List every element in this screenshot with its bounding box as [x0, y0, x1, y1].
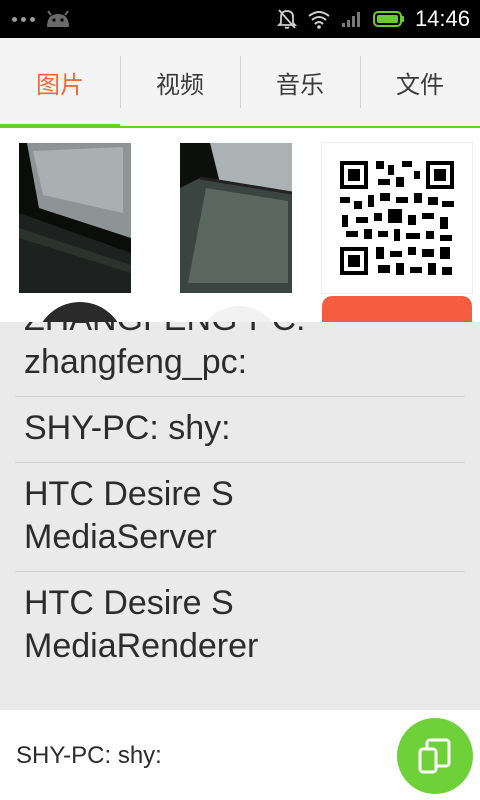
tab-images[interactable]: 图片: [0, 38, 120, 128]
status-left-icons: [12, 8, 71, 30]
cast-button[interactable]: [397, 718, 473, 794]
image-thumbnail[interactable]: [197, 306, 281, 322]
image-grid: [0, 130, 480, 322]
current-device-label[interactable]: SHY-PC: shy:: [16, 742, 162, 770]
status-bar: 14:46: [0, 0, 480, 38]
image-thumbnail[interactable]: [180, 143, 292, 293]
status-time: 14:46: [414, 6, 470, 31]
bottom-bar: SHY-PC: shy:: [0, 710, 480, 800]
device-item[interactable]: HTC Desire S MediaServer: [15, 463, 465, 572]
device-item[interactable]: HTC Desire S MediaRenderer: [15, 572, 465, 680]
media-tab-bar: 图片 视频 音乐 文件: [0, 38, 480, 128]
cast-devices-icon: [418, 738, 451, 774]
device-item[interactable]: ZHANGFENG-PC: zhangfeng_pc:: [15, 322, 465, 397]
image-thumbnail[interactable]: [19, 143, 131, 293]
status-right-icons: 14:46: [276, 6, 470, 32]
tab-music[interactable]: 音乐: [240, 38, 360, 126]
app-thumbnail[interactable]: [322, 296, 472, 322]
device-list: ZHANGFENG-PC: zhangfeng_pc: SHY-PC: shy:…: [0, 322, 480, 710]
wifi-icon: [308, 11, 330, 29]
notification-dots-icon: [12, 16, 35, 22]
qr-code-image[interactable]: [322, 143, 472, 293]
signal-icon: [341, 12, 360, 27]
battery-icon: [372, 11, 404, 27]
tab-files[interactable]: 文件: [360, 38, 480, 126]
android-icon: [47, 10, 69, 27]
image-thumbnail[interactable]: [35, 302, 125, 322]
device-item[interactable]: SHY-PC: shy:: [15, 397, 465, 463]
mute-icon: [276, 9, 297, 29]
tab-videos[interactable]: 视频: [120, 38, 240, 126]
